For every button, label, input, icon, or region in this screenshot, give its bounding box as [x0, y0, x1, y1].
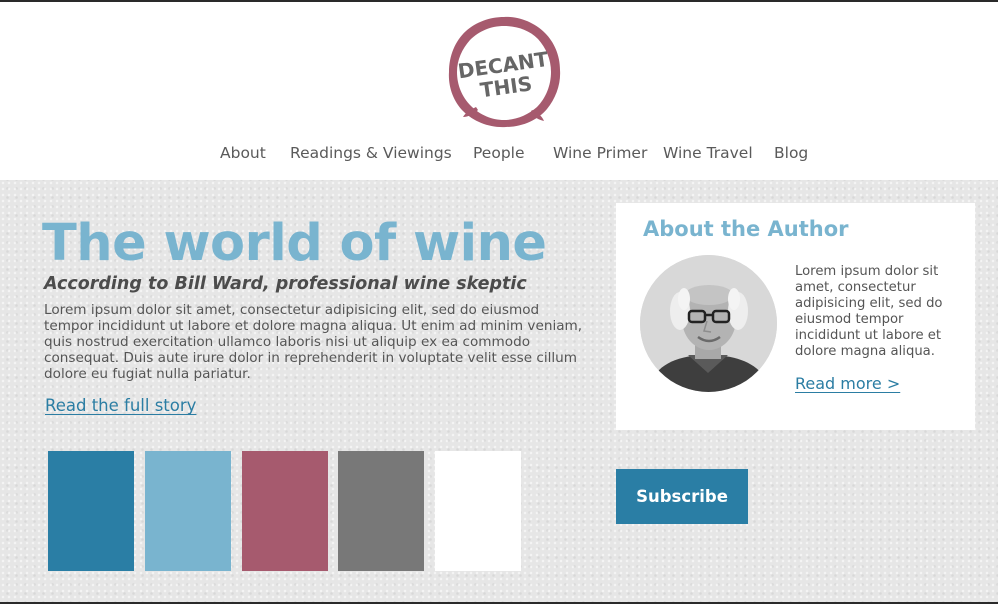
nav-readings-viewings[interactable]: Readings & Viewings [290, 144, 452, 162]
author-portrait-icon [640, 255, 777, 392]
main-content: The world of wine According to Bill Ward… [0, 180, 998, 602]
author-card-heading: About the Author [643, 217, 849, 241]
color-swatch-dark-blue [48, 451, 134, 571]
site-header: DECANT THIS About Readings & Viewings Pe… [0, 2, 998, 180]
author-bio-text: Lorem ipsum dolor sit amet, consectetur … [795, 264, 943, 359]
subscribe-button[interactable]: Subscribe [616, 469, 748, 524]
page-frame: DECANT THIS About Readings & Viewings Pe… [0, 0, 998, 604]
nav-wine-travel[interactable]: Wine Travel [663, 144, 753, 162]
hero-body-text: Lorem ipsum dolor sit amet, consectetur … [44, 302, 583, 382]
hero-title: The world of wine [42, 214, 547, 273]
color-swatch-white [435, 451, 521, 571]
nav-blog[interactable]: Blog [774, 144, 808, 162]
nav-wine-primer[interactable]: Wine Primer [553, 144, 647, 162]
read-more-link[interactable]: Read more > [795, 374, 900, 393]
color-swatch-wine [242, 451, 328, 571]
wine-stain-logo-icon: DECANT THIS [448, 16, 561, 128]
main-nav: About Readings & Viewings People Wine Pr… [0, 144, 998, 168]
nav-people[interactable]: People [473, 144, 525, 162]
site-logo[interactable]: DECANT THIS [446, 14, 562, 130]
hero-subtitle: According to Bill Ward, professional win… [44, 274, 527, 294]
read-full-story-link[interactable]: Read the full story [45, 396, 196, 415]
nav-about[interactable]: About [220, 144, 266, 162]
color-swatch-light-blue [145, 451, 231, 571]
author-avatar [640, 255, 777, 392]
about-author-card: About the Author Lorem ipsum dolor sit a… [616, 203, 975, 430]
color-swatch-gray [338, 451, 424, 571]
